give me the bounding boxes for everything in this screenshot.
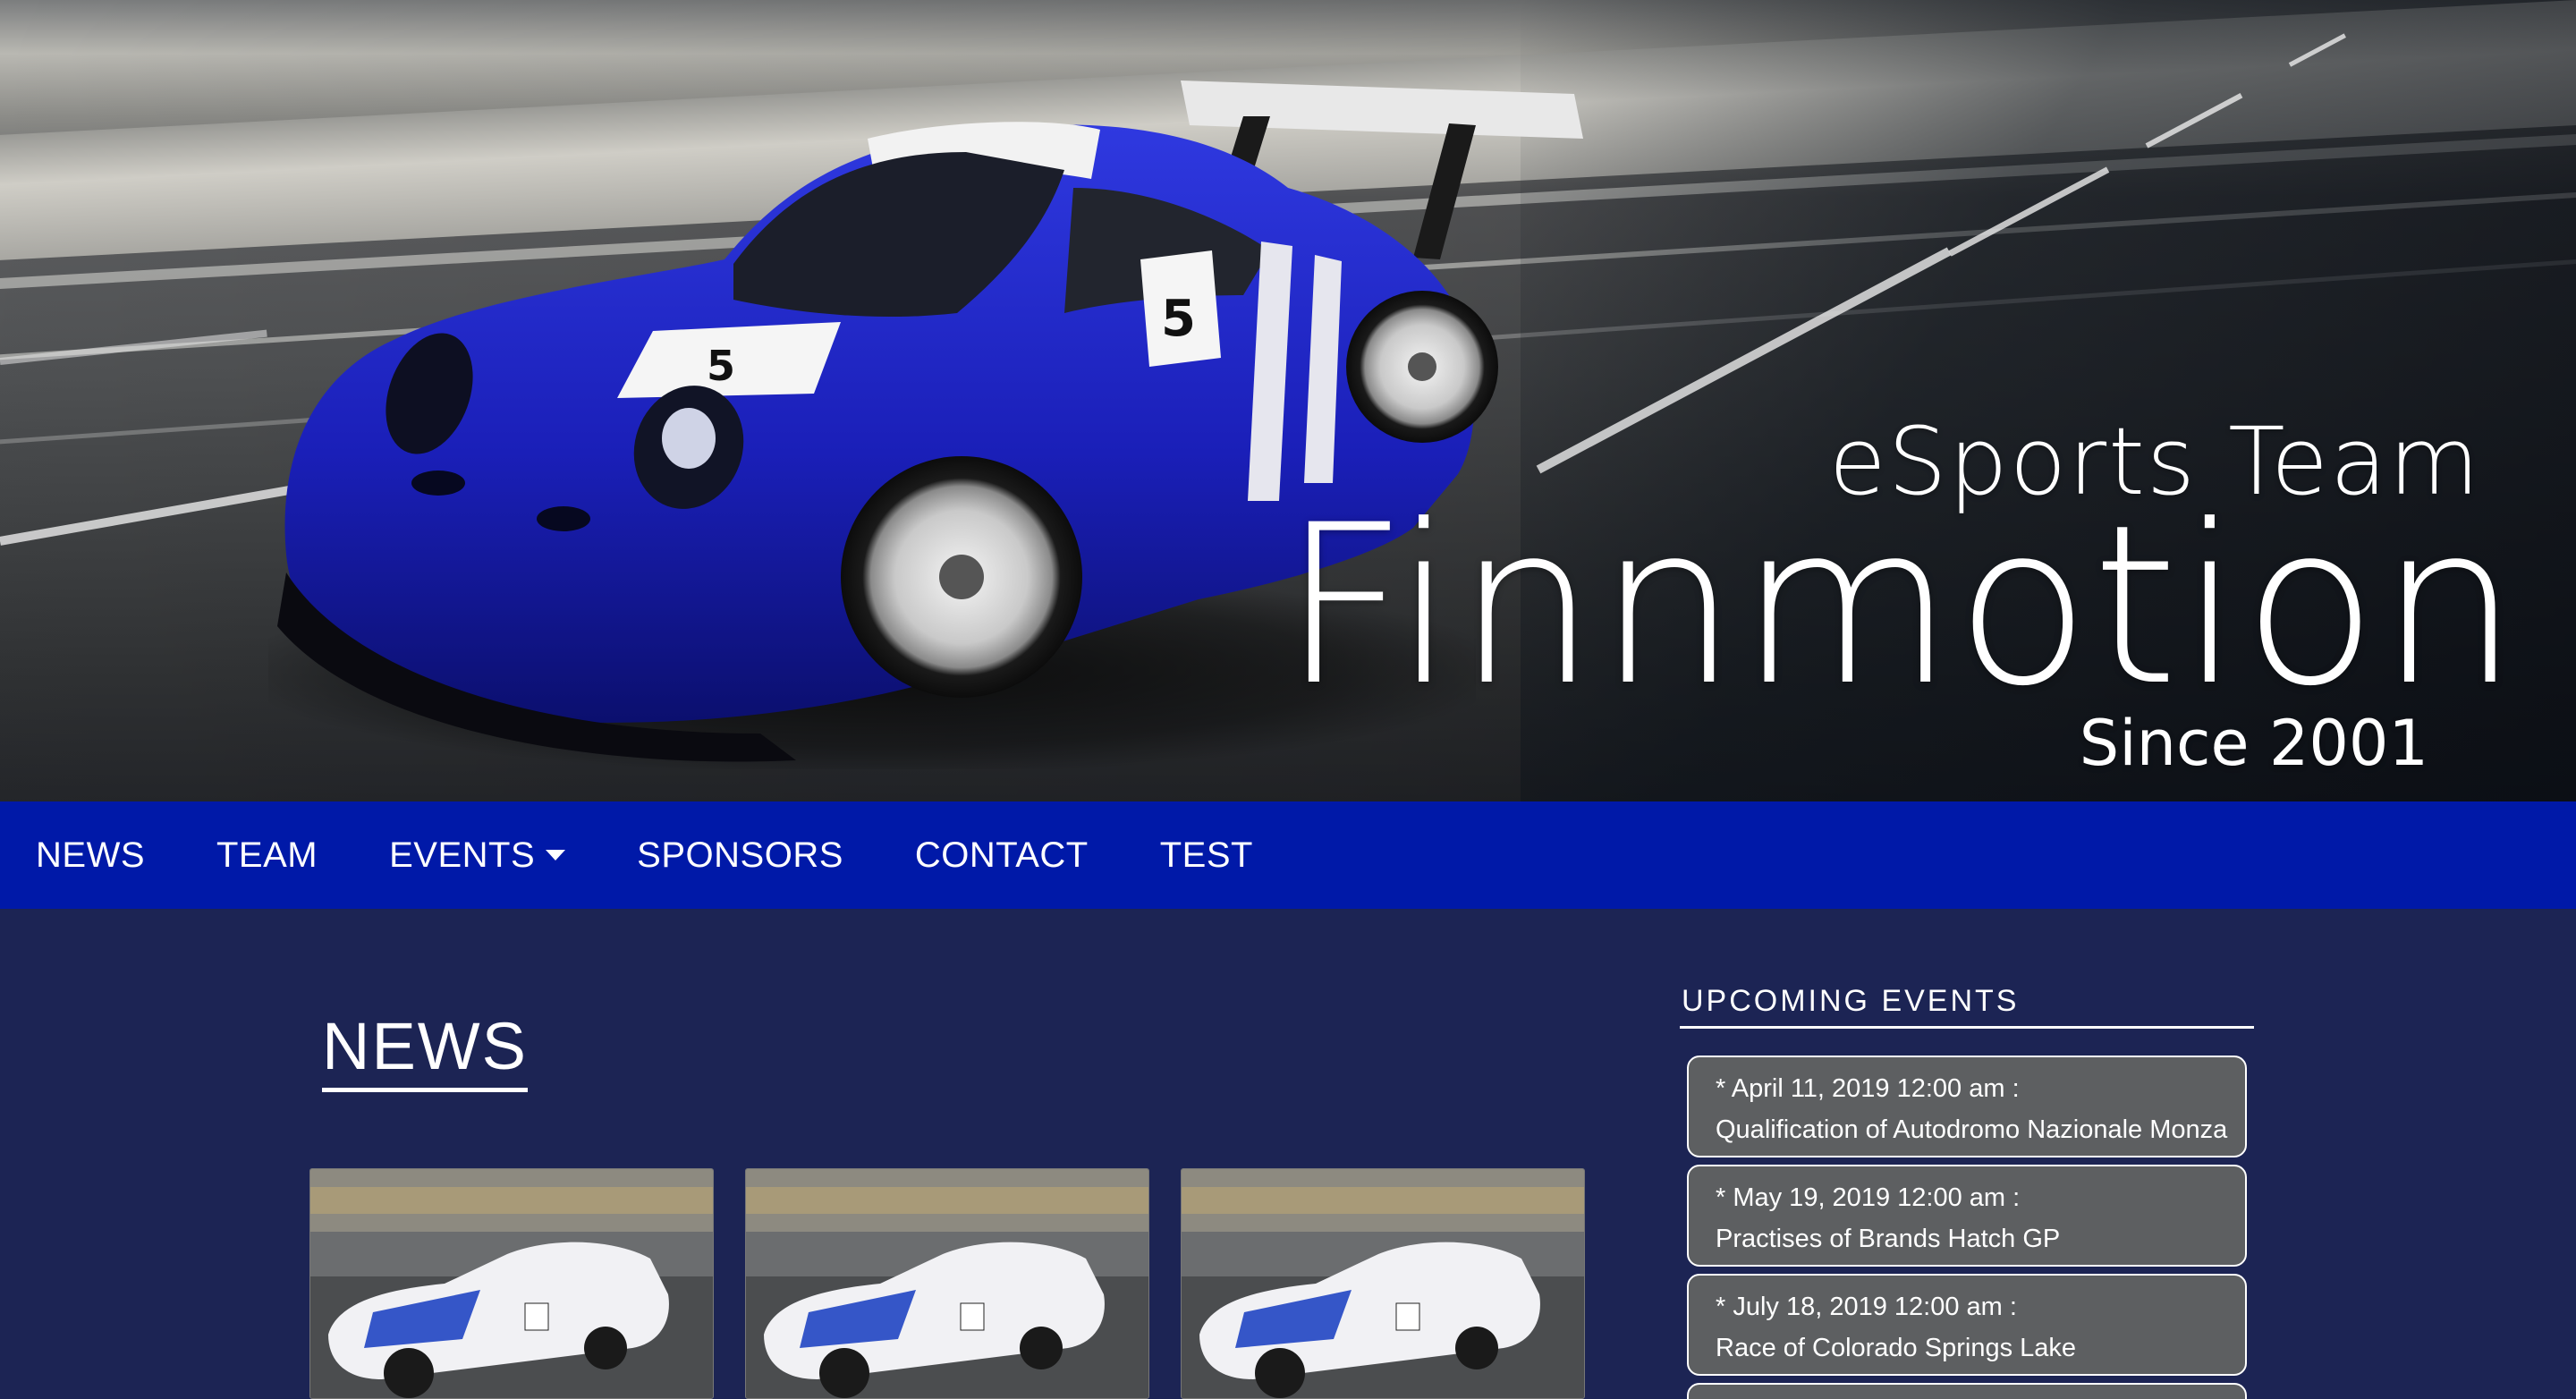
upcoming-events-title: UPCOMING EVENTS	[1680, 984, 2254, 1029]
nav-item-label: TEAM	[216, 835, 318, 875]
nav-item-sponsors[interactable]: SPONSORS	[637, 835, 843, 876]
caret-down-icon	[546, 850, 566, 861]
nav-item-label: CONTACT	[914, 835, 1089, 875]
hero-banner: 5 5 eSports Team Finnmotion Since 2001	[0, 0, 2576, 801]
news-card[interactable]	[1181, 1168, 1585, 1399]
event-date: * July 18, 2019 12:00 am :	[1716, 1293, 2017, 1321]
upcoming-events: UPCOMING EVENTS * April 11, 2019 12:00 a…	[1680, 984, 2254, 1399]
news-card-image	[1182, 1169, 1584, 1398]
race-car-image: 5 5	[277, 81, 1583, 762]
nav-item-label: TEST	[1159, 835, 1253, 875]
nav-item-label: EVENTS	[389, 835, 536, 875]
news-heading: NEWS	[322, 1011, 528, 1092]
news-card[interactable]	[745, 1168, 1149, 1399]
event-date: * May 19, 2019 12:00 am :	[1716, 1183, 2021, 1212]
nav-item-test[interactable]: TEST	[1160, 835, 1253, 876]
news-card-image	[310, 1169, 713, 1398]
road-marking	[0, 329, 267, 365]
main-navbar: NEWS TEAM EVENTS SPONSORS CONTACT TEST	[0, 801, 2576, 909]
svg-text:5: 5	[707, 342, 735, 390]
nav-item-label: SPONSORS	[637, 835, 843, 875]
event-item[interactable]: * May 19, 2019 12:00 am : Practises of B…	[1687, 1165, 2247, 1267]
event-name: Practises of Brands Hatch GP	[1716, 1225, 2061, 1253]
svg-text:5: 5	[1161, 290, 1196, 348]
nav-item-team[interactable]: TEAM	[216, 835, 318, 876]
news-card-image	[746, 1169, 1148, 1398]
news-card[interactable]	[309, 1168, 714, 1399]
nav-item-label: NEWS	[36, 835, 145, 875]
event-item[interactable]: * April 11, 2019 12:00 am : Qualificatio…	[1687, 1056, 2247, 1157]
hero-shade	[1521, 0, 2576, 801]
event-date: * April 11, 2019 12:00 am :	[1716, 1074, 2020, 1103]
nav-item-events[interactable]: EVENTS	[389, 835, 566, 876]
event-name: Race of Colorado Springs Lake	[1716, 1334, 2077, 1362]
event-item[interactable]: * July 18, 2019 12:00 am : Race of Color…	[1687, 1274, 2247, 1376]
nav-item-contact[interactable]: CONTACT	[915, 835, 1089, 876]
event-item[interactable]	[1687, 1383, 2247, 1399]
event-name: Qualification of Autodromo Nazionale Mon…	[1716, 1115, 2228, 1144]
nav-item-news[interactable]: NEWS	[36, 835, 145, 876]
